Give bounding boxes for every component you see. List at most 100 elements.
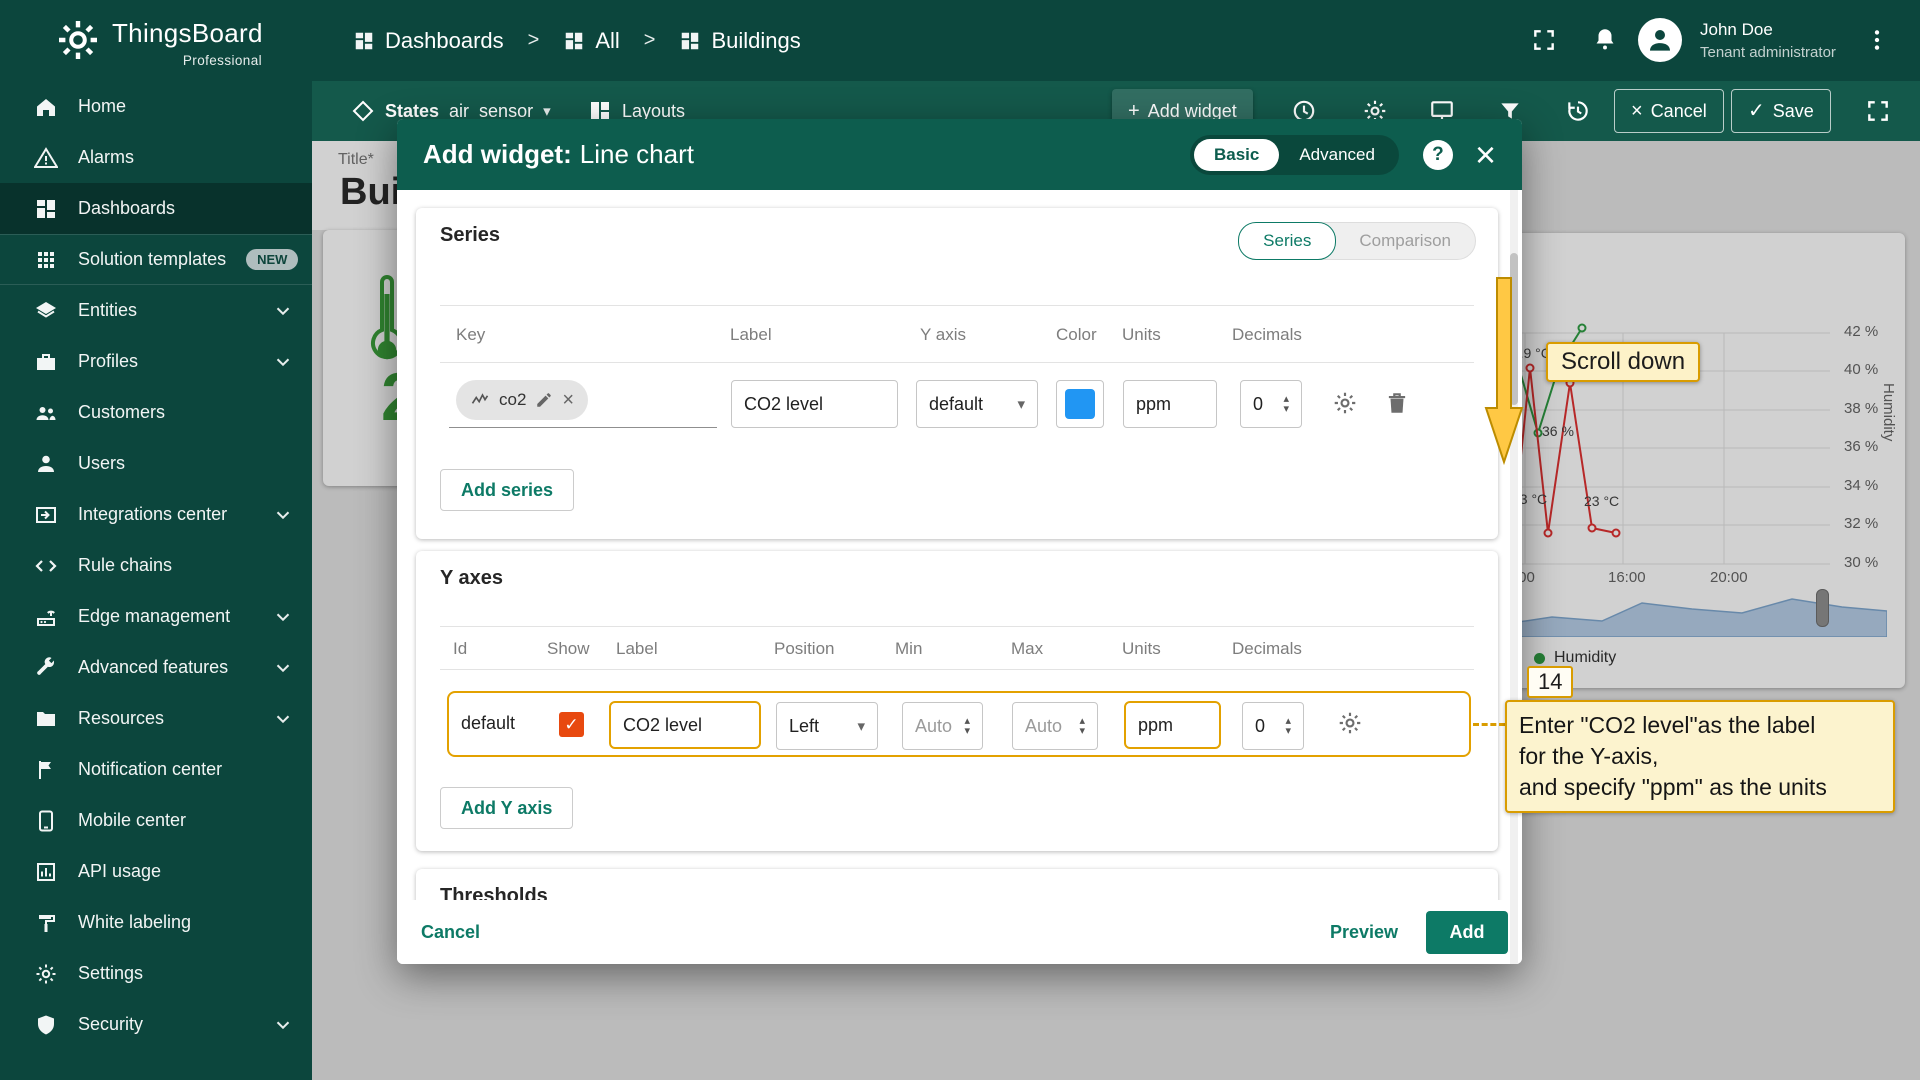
spinner-down-icon: ▾ — [1283, 404, 1289, 414]
user-name: John Doe — [1700, 20, 1773, 40]
check-icon: ✓ — [564, 715, 578, 735]
dashboard-icon — [563, 30, 585, 52]
sidebar-item-resources[interactable]: Resources — [0, 693, 312, 744]
series-color-picker[interactable] — [1056, 380, 1104, 428]
states-icon — [351, 99, 375, 123]
series-heading: Series — [440, 224, 500, 247]
series-y-axis-select[interactable]: default ▾ — [916, 380, 1038, 428]
max-spinner[interactable]: ▴ ▾ — [1079, 716, 1085, 736]
sidebar-item-profiles[interactable]: Profiles — [0, 336, 312, 387]
y-axis-min-input[interactable]: Auto ▴ ▾ — [902, 702, 983, 750]
notifications-bell-icon[interactable] — [1592, 26, 1618, 52]
fullscreen-icon[interactable] — [1531, 27, 1557, 53]
min-spinner[interactable]: ▴ ▾ — [964, 716, 970, 736]
add-y-axis-button[interactable]: Add Y axis — [440, 787, 573, 829]
toggle-comparison[interactable]: Comparison — [1335, 231, 1475, 251]
sidebar-item-users[interactable]: Users — [0, 438, 312, 489]
help-icon[interactable]: ? — [1423, 140, 1453, 170]
chevron-down-icon — [272, 1014, 294, 1036]
chevron-down-icon — [272, 300, 294, 322]
delete-series-trash-icon[interactable] — [1384, 390, 1410, 416]
home-icon — [34, 95, 58, 119]
sidebar-nav: Home Alarms Dashboards Solution template… — [0, 81, 312, 1080]
settings-gear-icon — [34, 962, 58, 986]
y-axes-section: Y axes Id Show Label Position Min Max Un… — [416, 551, 1498, 851]
decimals-spinner[interactable]: ▴ ▾ — [1285, 716, 1291, 736]
close-dialog-icon[interactable]: × — [1475, 137, 1496, 173]
key-input-underline — [449, 427, 717, 428]
close-icon: × — [1631, 101, 1643, 121]
sidebar-item-entities[interactable]: Entities — [0, 285, 312, 336]
breadcrumb-buildings[interactable]: Buildings — [679, 28, 800, 54]
dialog-footer: Cancel Preview Add — [397, 900, 1522, 964]
chevron-down-icon — [272, 606, 294, 628]
sidebar-item-settings[interactable]: Settings — [0, 948, 312, 999]
user-role: Tenant administrator — [1700, 44, 1836, 61]
dialog-title: Add widget:Line chart — [423, 139, 694, 170]
sidebar-item-home[interactable]: Home — [0, 81, 312, 132]
y-axis-id: default — [461, 693, 515, 754]
sidebar-item-rule-chains[interactable]: Rule chains — [0, 540, 312, 591]
timeseries-icon — [470, 390, 490, 410]
solution-templates-icon — [34, 248, 58, 272]
dashboard-icon — [679, 30, 701, 52]
kebab-menu-icon[interactable] — [1864, 27, 1890, 53]
y-axis-max-input[interactable]: Auto ▴ ▾ — [1012, 702, 1098, 750]
series-decimals-input[interactable]: 0 ▴ ▾ — [1240, 380, 1302, 428]
decimals-spinner[interactable]: ▴ ▾ — [1283, 394, 1289, 414]
remove-key-icon[interactable]: × — [562, 389, 574, 412]
show-checkbox[interactable]: ✓ — [559, 712, 584, 737]
breadcrumb-dashboards[interactable]: Dashboards — [353, 28, 504, 54]
chevron-down-icon — [272, 351, 294, 373]
sidebar-item-customers[interactable]: Customers — [0, 387, 312, 438]
series-key-value: co2 — [499, 390, 526, 410]
expand-fullscreen-icon[interactable] — [1865, 98, 1891, 124]
sidebar-item-dashboards[interactable]: Dashboards — [0, 183, 312, 234]
y-axis-settings-gear-icon[interactable] — [1337, 710, 1363, 736]
y-axis-position-select[interactable]: Left ▾ — [776, 702, 878, 750]
sidebar-item-api-usage[interactable]: API usage — [0, 846, 312, 897]
y-axis-decimals-input[interactable]: 0 ▴ ▾ — [1242, 702, 1304, 750]
user-avatar[interactable] — [1638, 18, 1682, 62]
cancel-edit-button[interactable]: × Cancel — [1614, 89, 1724, 133]
toggle-advanced[interactable]: Advanced — [1279, 145, 1395, 165]
preview-button[interactable]: Preview — [1330, 922, 1398, 943]
series-settings-gear-icon[interactable] — [1332, 390, 1358, 416]
alarms-icon — [34, 146, 58, 170]
sidebar-item-security[interactable]: Security — [0, 999, 312, 1050]
sidebar-item-alarms[interactable]: Alarms — [0, 132, 312, 183]
rule-chains-icon — [34, 554, 58, 578]
resources-icon — [34, 707, 58, 731]
api-usage-icon — [34, 860, 58, 884]
series-section: Series Series Comparison Key Label Y axi… — [416, 208, 1498, 539]
scroll-down-hint: Scroll down — [1546, 342, 1700, 382]
y-axis-label-input[interactable]: CO2 level — [609, 701, 761, 749]
y-axis-units-input[interactable]: ppm — [1124, 701, 1221, 749]
toggle-series[interactable]: Series — [1238, 222, 1336, 260]
sidebar-item-integrations-center[interactable]: Integrations center — [0, 489, 312, 540]
integrations-icon — [34, 503, 58, 527]
edit-key-icon[interactable] — [535, 391, 553, 409]
cancel-button[interactable]: Cancel — [421, 922, 480, 943]
breadcrumb-all[interactable]: All — [563, 28, 619, 54]
toggle-basic[interactable]: Basic — [1194, 139, 1279, 171]
series-units-input[interactable]: ppm — [1123, 380, 1217, 428]
app-subtitle: Professional — [112, 53, 262, 68]
save-dashboard-button[interactable]: ✓ Save — [1731, 89, 1831, 133]
sidebar-item-solution-templates[interactable]: Solution templates NEW — [0, 234, 312, 285]
sidebar-item-notification-center[interactable]: Notification center — [0, 744, 312, 795]
advanced-features-icon — [34, 656, 58, 680]
version-history-icon[interactable] — [1565, 98, 1591, 124]
series-key-chip[interactable]: co2 × — [456, 380, 588, 420]
check-icon: ✓ — [1748, 101, 1765, 121]
sidebar-item-white-labeling[interactable]: White labeling — [0, 897, 312, 948]
series-label-input[interactable]: CO2 level — [731, 380, 898, 428]
sidebar-item-mobile-center[interactable]: Mobile center — [0, 795, 312, 846]
instruction-callout: Enter "CO2 level"as the label for the Y-… — [1505, 700, 1895, 813]
sidebar-item-advanced-features[interactable]: Advanced features — [0, 642, 312, 693]
add-series-button[interactable]: Add series — [440, 469, 574, 511]
sidebar-item-edge-management[interactable]: Edge management — [0, 591, 312, 642]
breadcrumb: Dashboards > All > Buildings — [353, 0, 801, 81]
person-icon — [1645, 25, 1675, 55]
add-button[interactable]: Add — [1426, 911, 1508, 954]
